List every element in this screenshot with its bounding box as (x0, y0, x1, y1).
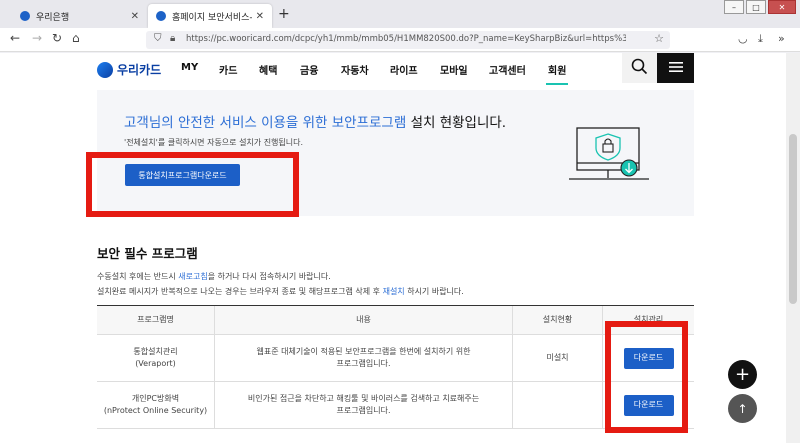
browser-navigation-bar: ← → ↻ ⌂ ⛉ 🔒︎ https://pc.wooricard.com/dc… (0, 28, 800, 52)
gnb-mobile[interactable]: 모바일 (440, 62, 468, 77)
site-header: 우리카드 MY 카드 혜택 금융 자동차 라이프 모바일 고객센터 회원 (0, 53, 786, 85)
reinstall-link[interactable]: 재설치 (383, 287, 405, 296)
close-window-button[interactable]: ✕ (768, 0, 796, 14)
install-status (513, 382, 603, 428)
column-header: 설치현황 (513, 306, 603, 334)
gnb-member[interactable]: 회원 (545, 62, 569, 85)
new-tab-button[interactable]: + (278, 6, 290, 22)
monitor-shield-illustration-icon (569, 127, 649, 180)
woori-card-logo[interactable]: 우리카드 (97, 61, 161, 78)
home-icon[interactable]: ⌂ (72, 31, 80, 45)
pocket-icon[interactable]: ◡ (738, 32, 748, 45)
tab-title: 홈페이지 보안서비스-프로그램 (172, 12, 252, 23)
notice-refresh: 수동설치 후에는 반드시 새로고침을 하거나 다시 접속하시기 바랍니다. (97, 271, 331, 282)
section-title: 보안 필수 프로그램 (97, 246, 198, 261)
tab-close-icon[interactable]: ✕ (256, 11, 264, 22)
banner-title-rest: 설치 현황입니다. (406, 115, 507, 131)
description-line: 비인가된 접근을 차단하고 해킹툴 및 바이러스를 검색하고 치료해주는 (247, 394, 480, 404)
notice-text: 하시기 바랍니다. (404, 287, 464, 296)
logo-mark-icon (97, 61, 113, 78)
bookmark-star-icon[interactable]: ☆ (654, 32, 664, 45)
logo-text: 우리카드 (117, 63, 162, 77)
woori-favicon-icon (156, 11, 166, 21)
plus-icon: + (734, 364, 751, 385)
gnb-my[interactable]: MY (181, 62, 198, 73)
gnb-finance[interactable]: 금융 (300, 62, 318, 77)
gnb-benefit[interactable]: 혜택 (259, 62, 277, 77)
arrow-up-icon: ↑ (737, 401, 748, 416)
banner-title-highlight: 고객님의 안전한 서비스 이용을 위한 보안프로그램 (124, 115, 407, 131)
notice-text: 을 하거나 다시 접속하시기 바랍니다. (207, 272, 331, 281)
browser-tab-woori-bank[interactable]: 우리은행 ✕ (12, 4, 147, 28)
forward-arrow-icon[interactable]: → (32, 31, 42, 45)
back-arrow-icon[interactable]: ← (10, 31, 20, 45)
floating-add-button[interactable]: + (728, 360, 757, 389)
description-line: 프로그램입니다. (336, 359, 391, 368)
program-name: 개인PC방화벽 (131, 394, 180, 404)
address-bar[interactable]: ⛉ 🔒︎ https://pc.wooricard.com/dcpc/yh1/m… (146, 31, 670, 49)
program-name-cell: 개인PC방화벽 (nProtect Online Security) (97, 382, 215, 428)
banner-title: 고객님의 안전한 서비스 이용을 위한 보안프로그램 설치 현황입니다. (124, 111, 506, 131)
annotation-highlight-box (86, 152, 299, 217)
gnb-auto[interactable]: 자동차 (341, 62, 369, 77)
program-description-cell: 비인가된 접근을 차단하고 해킹툴 및 바이러스를 검색하고 치료해주는프로그램… (215, 382, 513, 428)
shield-icon[interactable]: ⛉ (154, 33, 162, 44)
refresh-link[interactable]: 새로고침 (178, 272, 207, 281)
program-name: 통합설치관리 (133, 347, 178, 357)
program-name-sub: (Veraport) (135, 359, 176, 368)
reload-icon[interactable]: ↻ (52, 31, 62, 45)
description-line: 프로그램입니다. (336, 406, 391, 415)
search-icon (631, 58, 648, 75)
notice-text: 수동설치 후에는 반드시 (97, 272, 179, 281)
lock-icon[interactable]: 🔒︎ (170, 33, 175, 44)
download-icon[interactable]: ⤓ (758, 32, 763, 46)
program-name-cell: 통합설치관리 (Veraport) (97, 335, 215, 381)
scrollbar-thumb[interactable] (789, 134, 797, 304)
maximize-button[interactable]: □ (746, 0, 766, 14)
site-menu-button[interactable] (657, 53, 694, 83)
program-name-sub: (nProtect Online Security) (103, 406, 208, 415)
tab-title: 우리은행 (36, 12, 70, 23)
web-page: 우리카드 MY 카드 혜택 금융 자동차 라이프 모바일 고객센터 회원 고객님… (0, 53, 786, 443)
annotation-highlight-box (605, 321, 688, 433)
banner-subtitle: '전체설치'를 클릭하시면 자동으로 설치가 진행됩니다. (124, 138, 304, 147)
window-controls: – □ ✕ (724, 0, 796, 14)
gnb-card[interactable]: 카드 (219, 62, 237, 77)
browser-tab-strip: 우리은행 ✕ 홈페이지 보안서비스-프로그램 ✕ + ⌄ – □ ✕ (0, 0, 800, 28)
column-header: 내용 (215, 306, 513, 334)
scroll-to-top-button[interactable]: ↑ (728, 394, 757, 423)
url-text[interactable]: https://pc.wooricard.com/dcpc/yh1/mmb/mm… (186, 34, 626, 44)
minimize-button[interactable]: – (724, 0, 744, 14)
hamburger-menu-icon (668, 61, 683, 72)
browser-tab-security[interactable]: 홈페이지 보안서비스-프로그램 ✕ (148, 4, 272, 28)
tab-close-icon[interactable]: ✕ (131, 11, 139, 22)
woori-favicon-icon (20, 11, 30, 21)
site-search-button[interactable] (622, 53, 657, 83)
description-line: 웹표준 대체기술이 적용된 보안프로그램을 한번에 설치하기 위한 (256, 347, 471, 357)
overflow-menu-icon[interactable]: » (778, 32, 785, 45)
notice-reinstall: 설치완료 메시지가 반복적으로 나오는 경우는 브라우저 종료 및 해당프로그램… (97, 286, 464, 297)
gnb-customer-center[interactable]: 고객센터 (489, 62, 526, 77)
program-description-cell: 웹표준 대체기술이 적용된 보안프로그램을 한번에 설치하기 위한프로그램입니다… (215, 335, 513, 381)
install-status: 미설치 (513, 335, 603, 381)
notice-text: 설치완료 메시지가 반복적으로 나오는 경우는 브라우저 종료 및 해당프로그램… (97, 287, 383, 296)
column-header: 프로그램명 (97, 306, 215, 334)
gnb-life[interactable]: 라이프 (390, 62, 418, 77)
